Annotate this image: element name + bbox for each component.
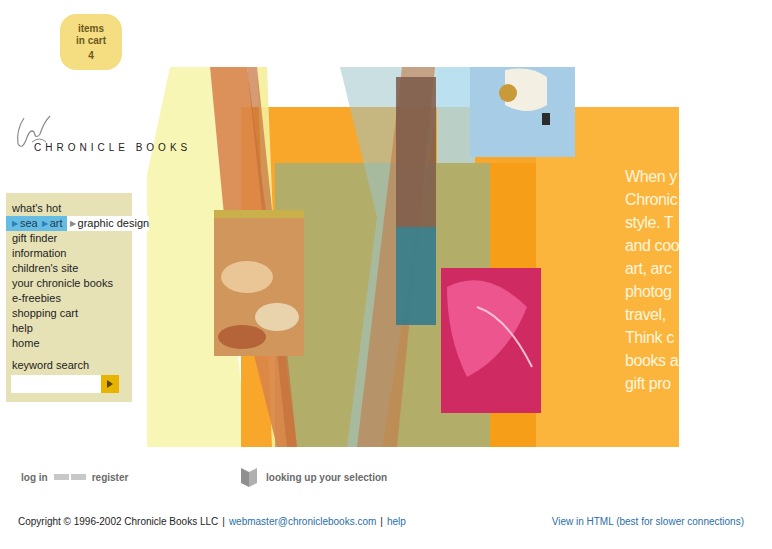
nav-item[interactable]: home: [6, 336, 132, 351]
search-label: keyword search: [6, 358, 132, 373]
search-button[interactable]: [101, 375, 119, 393]
arrow-icon: [107, 380, 113, 388]
path-item[interactable]: ▶graphic design: [70, 216, 150, 231]
login-link[interactable]: log in: [21, 470, 48, 485]
logo[interactable]: CHRONICLE BOOKS: [12, 112, 212, 152]
status-text: looking up your selection: [266, 470, 387, 485]
search-input[interactable]: [11, 375, 101, 393]
nav-item[interactable]: information: [6, 246, 132, 261]
nav-item[interactable]: what's hot: [6, 201, 132, 216]
nav-item[interactable]: gift finder: [6, 231, 132, 246]
nav-item[interactable]: shopping cart: [6, 306, 132, 321]
hero: When yChronicstyle. Tand cooart, arcphot…: [147, 67, 679, 447]
nav-path: ▶sea▶art▶graphic design: [6, 216, 132, 231]
cart-count: 4: [88, 50, 94, 62]
footer: Copyright © 1996-2002 Chronicle Books LL…: [0, 514, 772, 529]
path-item[interactable]: ▶art: [42, 216, 63, 231]
copyright: Copyright © 1996-2002 Chronicle Books LL…: [18, 514, 218, 529]
hero-text: When yChronicstyle. Tand cooart, arcphot…: [625, 165, 679, 395]
register-link[interactable]: register: [92, 470, 129, 485]
page: itemsin cart4 CHRONICLE BOOKS what's hot▶s…: [0, 0, 772, 549]
hero-artwork: [147, 67, 679, 447]
search-bar: [11, 375, 132, 393]
book-icon: [240, 466, 258, 488]
bottom-bar: log in register looking up your selection: [0, 466, 772, 488]
nav-item[interactable]: your chronicle books: [6, 276, 132, 291]
cart-badge[interactable]: itemsin cart4: [60, 14, 122, 70]
nav-panel: what's hot▶sea▶art▶graphic designgift fi…: [6, 193, 132, 402]
nav-item[interactable]: help: [6, 321, 132, 336]
nav-item[interactable]: e-freebies: [6, 291, 132, 306]
help-link[interactable]: help: [387, 514, 406, 529]
html-link[interactable]: View in HTML (best for slower connection…: [552, 514, 744, 529]
nav-item[interactable]: children's site: [6, 261, 132, 276]
email-link[interactable]: webmaster@chroniclebooks.com: [229, 514, 376, 529]
path-item[interactable]: ▶sea: [12, 216, 38, 231]
